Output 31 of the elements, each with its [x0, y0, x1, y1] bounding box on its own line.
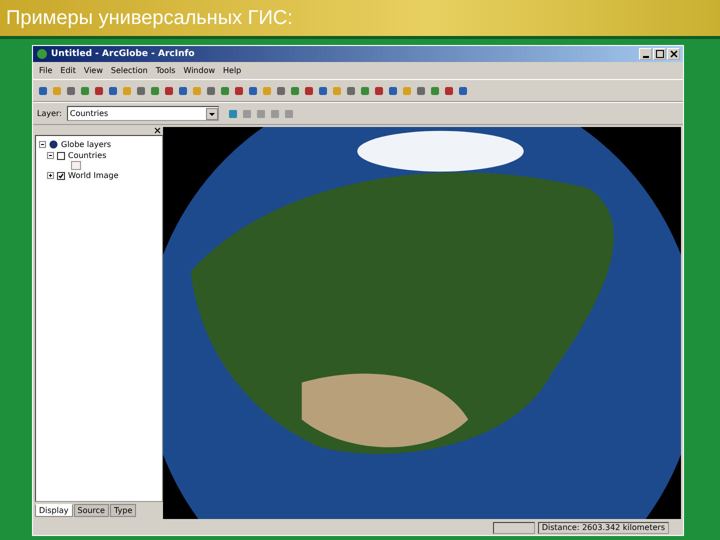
- menu-item[interactable]: Selection: [110, 66, 148, 75]
- menu-item[interactable]: Window: [183, 66, 216, 75]
- status-panel: [492, 522, 535, 534]
- minimize-button[interactable]: [639, 48, 652, 60]
- expand-toggle[interactable]: [47, 152, 54, 159]
- panel-tab[interactable]: Source: [74, 504, 109, 517]
- layer-checkbox[interactable]: [57, 172, 65, 180]
- tree-item[interactable]: World Image: [68, 171, 119, 180]
- legend-swatch: [71, 161, 81, 170]
- menu-item[interactable]: Edit: [60, 66, 76, 75]
- window-title: Untitled - ArcGlobe - ArcInfo: [51, 49, 195, 59]
- panel-tab[interactable]: Type: [110, 504, 136, 517]
- menu-item[interactable]: Tools: [156, 66, 176, 75]
- layer-checkbox[interactable]: [57, 152, 65, 160]
- status-distance: Distance: 2603.342 kilometers: [538, 522, 669, 534]
- panel-tab[interactable]: Display: [35, 504, 72, 517]
- expand-toggle[interactable]: [47, 172, 54, 179]
- tree-item[interactable]: Countries: [68, 151, 106, 160]
- slide-title: Примеры универсальных ГИС:: [6, 6, 293, 30]
- layer-dropdown[interactable]: Countries: [66, 106, 219, 121]
- collapse-toggle[interactable]: [39, 141, 46, 148]
- close-icon: [670, 50, 678, 58]
- tree-item[interactable]: Globe layers: [61, 140, 112, 149]
- menu-item[interactable]: Help: [223, 66, 242, 75]
- layer-label: Layer:: [37, 109, 62, 118]
- menu-item[interactable]: File: [39, 66, 52, 75]
- close-icon[interactable]: [154, 127, 161, 134]
- menu-item[interactable]: View: [84, 66, 103, 75]
- close-button[interactable]: [667, 48, 680, 60]
- maximize-button[interactable]: [653, 48, 666, 60]
- maximize-icon: [656, 50, 664, 58]
